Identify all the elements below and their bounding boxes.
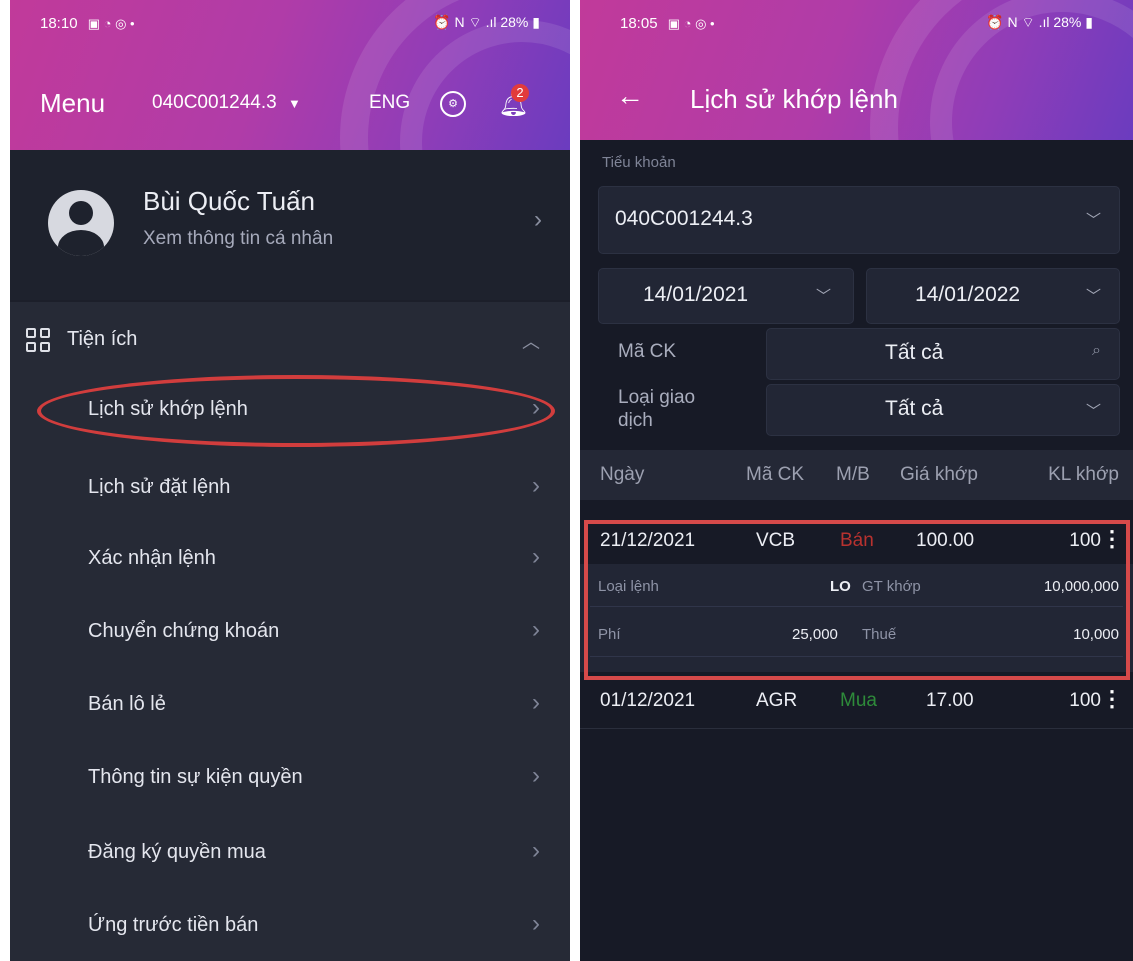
status-icons-left: ▣ ◔ ◎ •: [87, 15, 135, 31]
trade-type-label-line2: dịch: [618, 410, 653, 431]
symbol-search[interactable]: Tất cả ⌕: [766, 328, 1120, 380]
trade-type-select[interactable]: Tất cả ﹀: [766, 384, 1120, 436]
menu-screen: 18:10 ▣ ◔ ◎ • ⏰ N ⌔ .ıl 28% ▮ Menu 040C0…: [10, 0, 570, 961]
notification-badge: 2: [511, 84, 529, 102]
table-header: Ngày Mã CK M/B Giá khớp KL khớp: [580, 450, 1133, 500]
row-divider: [580, 728, 1133, 729]
date-to-select[interactable]: 14/01/2022 ﹀: [866, 268, 1120, 324]
battery-level: 28%: [500, 14, 529, 30]
menu-item-label: Đăng ký quyền mua: [88, 841, 266, 863]
chevron-right-icon: ›: [532, 762, 540, 789]
profile-name: Bùi Quốc Tuấn: [143, 186, 315, 216]
column-header-price: Giá khớp: [900, 464, 978, 485]
menu-item-odd-lot[interactable]: Bán lô lẻ ›: [10, 671, 570, 743]
battery-level: 28%: [1053, 14, 1082, 30]
row-qty: 100: [1069, 690, 1101, 711]
date-from-select[interactable]: 14/01/2021 ﹀: [598, 268, 854, 324]
status-icons-right: ⏰ N ⌔ .ıl: [986, 14, 1050, 30]
settings-icon[interactable]: ⚙: [440, 91, 466, 117]
status-bar: 18:05 ▣ ◔ ◎ • ⏰ N ⌔ .ıl 28% ▮: [620, 12, 1093, 34]
account-number: 040C001244.3: [152, 92, 277, 113]
avatar-icon: [48, 190, 114, 256]
menu-item-label: Thông tin sự kiện quyền: [88, 766, 303, 788]
chevron-right-icon: ›: [532, 689, 540, 716]
menu-item-rights-subscribe[interactable]: Đăng ký quyền mua ›: [10, 819, 570, 891]
account-selector[interactable]: 040C001244.3 ▼: [152, 92, 301, 114]
chevron-down-icon: ﹀: [1085, 288, 1101, 305]
menu-title: Menu: [40, 88, 106, 118]
menu-header: 18:10 ▣ ◔ ◎ • ⏰ N ⌔ .ıl 28% ▮ Menu 040C0…: [10, 0, 570, 150]
status-time: 18:10: [40, 14, 78, 32]
highlight-box: [584, 520, 1130, 680]
menu-item-order-confirm[interactable]: Xác nhận lệnh ›: [10, 525, 570, 597]
trade-type-label-line1: Loại giao: [618, 387, 696, 408]
highlight-ellipse: [37, 375, 555, 447]
more-vertical-icon[interactable]: ⋮: [1101, 686, 1123, 712]
chevron-down-icon: ﹀: [1085, 403, 1101, 420]
menu-item-label: Lịch sử đặt lệnh: [88, 476, 231, 498]
row-price: 17.00: [926, 690, 974, 711]
menu-item-label: Xác nhận lệnh: [88, 547, 216, 569]
column-header-side: M/B: [836, 464, 870, 485]
grid-icon: [26, 328, 50, 352]
trade-type-label: Loại giao dịch: [618, 386, 695, 432]
trade-type-value: Tất cả: [885, 397, 944, 420]
menu-item-order-history[interactable]: Lịch sử đặt lệnh ›: [10, 454, 570, 526]
status-icons-right: ⏰ N ⌔ .ıl: [433, 14, 497, 30]
caret-down-icon: ▼: [287, 96, 301, 111]
section-label: Tiện ích: [67, 328, 138, 350]
match-history-screen: 18:05 ▣ ◔ ◎ • ⏰ N ⌔ .ıl 28% ▮ ← Lịch sử …: [580, 0, 1133, 961]
chevron-right-icon: ›: [532, 472, 540, 499]
column-header-qty: KL khớp: [1048, 464, 1119, 485]
screen-header: 18:05 ▣ ◔ ◎ • ⏰ N ⌔ .ıl 28% ▮ ← Lịch sử …: [580, 0, 1133, 140]
chevron-down-icon: ﹀: [815, 288, 831, 305]
table-row[interactable]: 01/12/2021 AGR Mua 17.00 100 ⋮: [580, 680, 1133, 724]
language-button[interactable]: ENG: [369, 92, 410, 114]
menu-item-transfer-securities[interactable]: Chuyển chứng khoán ›: [10, 598, 570, 670]
status-bar: 18:10 ▣ ◔ ◎ • ⏰ N ⌔ .ıl 28% ▮: [40, 12, 540, 34]
chevron-right-icon: ›: [532, 837, 540, 864]
subaccount-select[interactable]: 040C001244.3 ﹀: [598, 186, 1120, 254]
subaccount-label: Tiểu khoản: [602, 154, 676, 171]
symbol-value: Tất cả: [885, 341, 944, 364]
notification-bell-icon[interactable]: 🔔︎ 2: [498, 84, 529, 119]
page-title: Lịch sử khớp lệnh: [690, 84, 898, 114]
menu-item-label: Chuyển chứng khoán: [88, 620, 280, 642]
menu-item-label: Ứng trước tiền bán: [88, 914, 259, 936]
row-side: Mua: [840, 690, 877, 711]
profile-card[interactable]: Bùi Quốc Tuấn Xem thông tin cá nhân ›: [10, 150, 570, 300]
battery-icon: ▮: [532, 14, 540, 30]
search-icon[interactable]: ⌕: [1092, 342, 1101, 360]
section-utilities[interactable]: Tiện ích ︿: [10, 302, 570, 376]
date-to-value: 14/01/2022: [915, 283, 1021, 306]
chevron-right-icon: ›: [534, 206, 542, 233]
profile-subtitle: Xem thông tin cá nhân: [143, 228, 334, 249]
column-header-date: Ngày: [600, 464, 645, 485]
column-header-symbol: Mã CK: [746, 464, 805, 485]
chevron-up-icon[interactable]: ︿: [522, 328, 540, 354]
chevron-down-icon: ﹀: [1085, 212, 1101, 229]
status-icons-left: ▣ ◔ ◎ •: [667, 15, 715, 31]
battery-icon: ▮: [1085, 14, 1093, 30]
chevron-right-icon: ›: [532, 543, 540, 570]
chevron-right-icon: ›: [532, 910, 540, 937]
symbol-label: Mã CK: [618, 341, 677, 362]
chevron-right-icon: ›: [532, 616, 540, 643]
menu-item-cash-advance[interactable]: Ứng trước tiền bán ›: [10, 892, 570, 961]
row-date: 01/12/2021: [600, 690, 696, 711]
status-time: 18:05: [620, 14, 658, 32]
date-from-value: 14/01/2021: [643, 283, 749, 306]
subaccount-value: 040C001244.3: [615, 207, 753, 230]
back-arrow-icon[interactable]: ←: [616, 80, 644, 112]
menu-item-rights-events[interactable]: Thông tin sự kiện quyền ›: [10, 744, 570, 816]
row-symbol: AGR: [756, 690, 798, 711]
menu-item-label: Bán lô lẻ: [88, 693, 166, 715]
